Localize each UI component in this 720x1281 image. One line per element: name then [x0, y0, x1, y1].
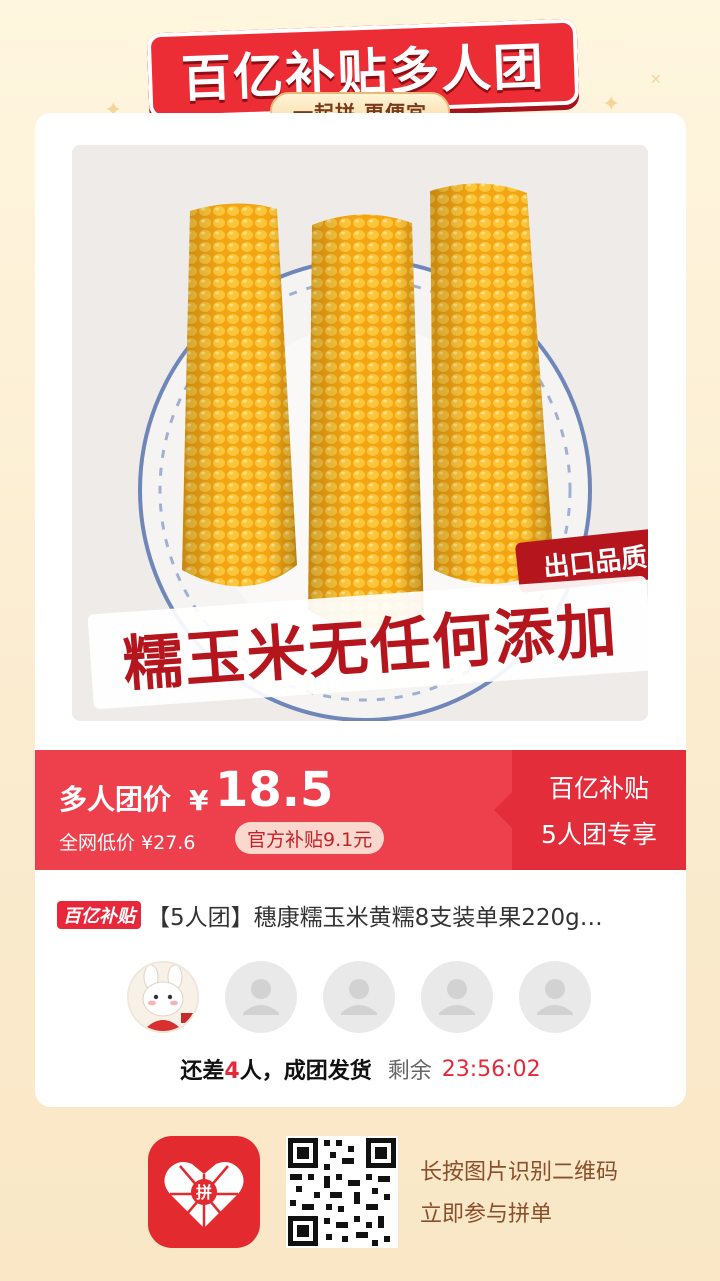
footer-instructions: 长按图片识别二维码 立即参与拼单 — [420, 1152, 618, 1236]
svg-text:拼: 拼 — [196, 1183, 212, 1202]
group-price-label: 多人团价 — [59, 783, 172, 816]
avatar[interactable] — [225, 961, 297, 1033]
subsidy-exclusive-panel: 百亿补贴 5人团专享 — [494, 750, 686, 870]
price-bar: 多人团价 ¥ 18.5 全网低价 ¥27.6 官方补贴9.1元 百亿补贴 5人团… — [35, 750, 686, 870]
product-title[interactable]: 【5人团】穗康糯玉米黄糯8支装单果220g… — [147, 898, 603, 932]
user-placeholder-icon — [243, 979, 279, 1015]
bunny-avatar-icon — [129, 963, 197, 1031]
missing-count: 4 — [224, 1059, 240, 1084]
status-prefix: 还差 — [180, 1059, 225, 1084]
group-status-text: 还差4人，成团发货 — [180, 1053, 371, 1085]
group-price-value: 18.5 — [215, 762, 334, 818]
footer-line-2: 立即参与拼单 — [420, 1202, 553, 1227]
product-image[interactable]: 出口品质 糯玉米无任何添加 — [72, 145, 648, 721]
avatar[interactable] — [323, 961, 395, 1033]
subsidy-logo-badge: 百亿补贴 — [57, 901, 141, 929]
status-suffix: 人，成团发货 — [239, 1059, 372, 1084]
group-member-avatars — [127, 961, 607, 1033]
subsidy-badge: 官方补贴9.1元 — [235, 822, 385, 854]
product-title-row[interactable]: 百亿补贴 【5人团】穗康糯玉米黄糯8支装单果220g… — [57, 897, 667, 933]
currency-symbol: ¥ — [189, 784, 209, 817]
qr-code-icon — [286, 1136, 398, 1248]
user-placeholder-icon — [439, 979, 475, 1015]
qr-code[interactable] — [286, 1136, 398, 1248]
user-placeholder-icon — [537, 979, 573, 1015]
subsidy-panel-line2: 5人团专享 — [541, 820, 657, 849]
group-status: 还差4人，成团发货 剩余 23:56:02 — [35, 1053, 686, 1085]
footer-line-1: 长按图片识别二维码 — [420, 1160, 619, 1185]
avatar[interactable] — [519, 961, 591, 1033]
lowest-price-label: 全网低价 ¥27.6 — [59, 832, 196, 854]
avatar[interactable] — [421, 961, 493, 1033]
pinduoduo-app-icon: 拼 — [148, 1136, 260, 1248]
price-info: 多人团价 ¥ 18.5 全网低价 ¥27.6 官方补贴9.1元 — [59, 750, 509, 870]
countdown-timer: 23:56:02 — [441, 1056, 541, 1082]
user-placeholder-icon — [341, 979, 377, 1015]
subsidy-panel-line1: 百亿补贴 — [548, 774, 649, 803]
remaining-label: 剩余 — [387, 1059, 432, 1084]
heart-logo-icon: 拼 — [164, 1162, 244, 1228]
avatar[interactable] — [127, 961, 199, 1033]
sparkle-icon: ✕ — [650, 72, 662, 88]
group-buy-card[interactable]: 出口品质 糯玉米无任何添加 多人团价 ¥ 18.5 全网低价 ¥27.6 官方补… — [35, 113, 686, 1107]
